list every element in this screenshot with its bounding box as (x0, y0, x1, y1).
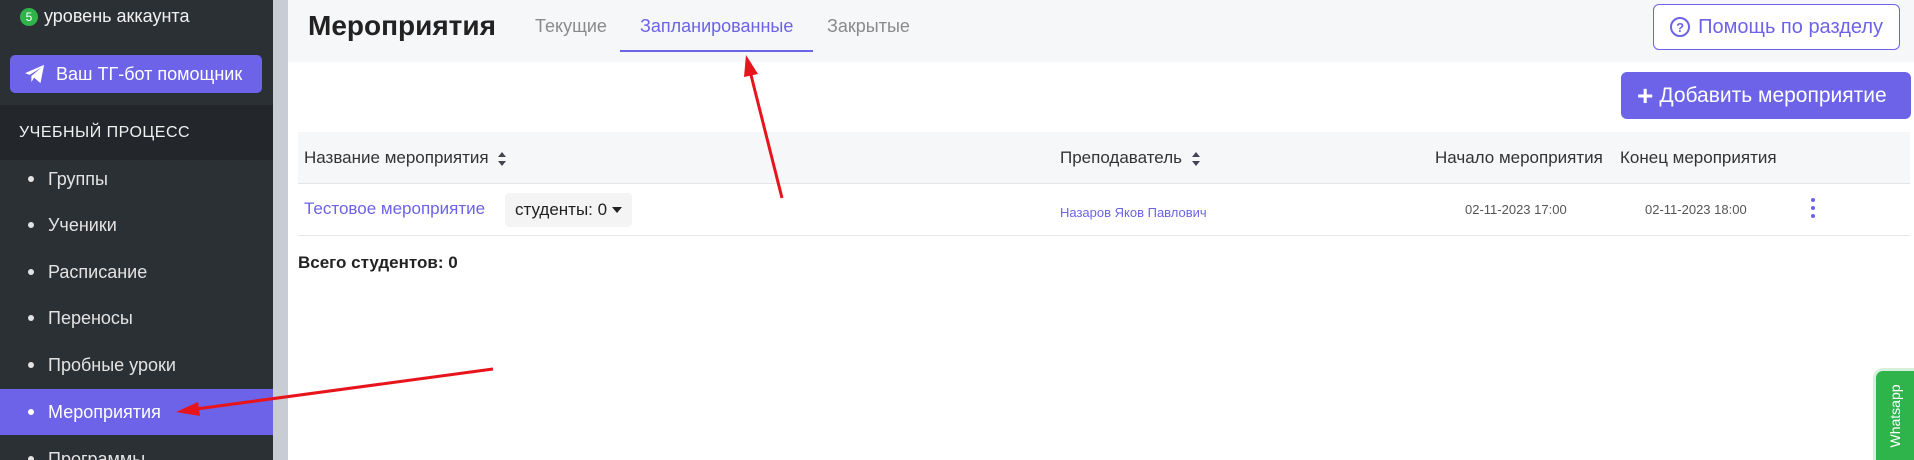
tab-closed[interactable]: Закрытые (827, 16, 910, 52)
sidebar-item-students[interactable]: Ученики (0, 202, 273, 248)
bullet-icon (28, 222, 34, 228)
bullet-icon (28, 409, 34, 415)
page-title: Мероприятия (308, 10, 496, 41)
sidebar-item-label: Программы (48, 448, 146, 460)
bullet-icon (28, 315, 34, 321)
sidebar-item-label: Переносы (48, 307, 133, 328)
sidebar-item-groups[interactable]: Группы (0, 156, 273, 202)
help-button-label: Помощь по разделу (1698, 15, 1883, 38)
add-event-button-label: Добавить мероприятие (1659, 83, 1887, 107)
sidebar-item-trial-lessons[interactable]: Пробные уроки (0, 342, 273, 388)
column-header-label: Название мероприятия (304, 148, 489, 167)
column-header-name[interactable]: Название мероприятия (304, 148, 507, 168)
whatsapp-label: Whatsapp (1887, 383, 1903, 448)
account-level-label: уровень аккаунта (44, 6, 190, 26)
sidebar: 5 уровень аккаунта Ваш ТГ-бот помощник У… (0, 0, 273, 460)
caret-down-icon (612, 207, 623, 213)
help-button[interactable]: ? Помощь по разделу (1653, 4, 1900, 50)
sidebar-item-label: Группы (48, 168, 108, 189)
bullet-icon (28, 269, 34, 275)
column-header-end: Конец мероприятия (1620, 148, 1777, 167)
tab-current[interactable]: Текущие (535, 16, 607, 52)
events-table: Название мероприятия Преподаватель Начал… (298, 132, 1910, 236)
sidebar-section-title: УЧЕБНЫЙ ПРОЦЕСС (0, 105, 273, 160)
tg-bot-button[interactable]: Ваш ТГ-бот помощник (10, 55, 262, 93)
students-dropdown[interactable]: студенты: 0 (505, 193, 633, 227)
column-header-start: Начало мероприятия (1435, 148, 1603, 167)
plus-icon: + (1637, 79, 1654, 111)
teacher-link[interactable]: Назаров Яков Павлович (1060, 205, 1207, 220)
sidebar-item-label: Ученики (48, 214, 117, 235)
table-header: Название мероприятия Преподаватель Начал… (298, 132, 1910, 184)
event-start-date: 02-11-2023 17:00 (1465, 202, 1567, 217)
sort-icon (498, 151, 507, 166)
bullet-icon (28, 456, 34, 460)
tg-bot-button-label: Ваш ТГ-бот помощник (56, 63, 243, 84)
column-header-teacher[interactable]: Преподаватель (1060, 148, 1201, 168)
sidebar-item-label: Пробные уроки (48, 354, 176, 375)
event-name-link[interactable]: Тестовое мероприятие (304, 199, 485, 219)
students-dropdown-label: студенты: 0 (515, 200, 608, 219)
telegram-icon (25, 64, 45, 84)
bullet-icon (28, 176, 34, 182)
sidebar-item-schedule[interactable]: Расписание (0, 249, 273, 295)
sidebar-item-label: Мероприятия (48, 401, 161, 422)
question-icon: ? (1670, 17, 1691, 37)
more-actions-icon[interactable] (1810, 198, 1816, 218)
event-end-date: 02-11-2023 18:00 (1645, 202, 1747, 217)
sidebar-item-reschedules[interactable]: Переносы (0, 295, 273, 341)
column-header-label: Преподаватель (1060, 148, 1182, 167)
bullet-icon (28, 362, 34, 368)
sidebar-item-programs[interactable]: Программы (0, 436, 273, 460)
page-header: Мероприятия Текущие Запланированные Закр… (288, 0, 1914, 62)
sidebar-item-label: Расписание (48, 261, 148, 282)
tab-planned[interactable]: Запланированные (620, 16, 814, 52)
sidebar-item-events[interactable]: Мероприятия (0, 389, 273, 435)
account-level[interactable]: 5 уровень аккаунта (20, 6, 189, 27)
account-level-badge: 5 (20, 7, 38, 26)
whatsapp-widget[interactable]: Whatsapp (1873, 368, 1914, 460)
sort-icon (1191, 151, 1200, 166)
total-students: Всего студентов: 0 (298, 253, 458, 272)
sidebar-scrollbar[interactable] (273, 0, 288, 460)
table-row: Тестовое мероприятие студенты: 0 Назаров… (298, 184, 1910, 236)
add-event-button[interactable]: + Добавить мероприятие (1621, 72, 1911, 119)
